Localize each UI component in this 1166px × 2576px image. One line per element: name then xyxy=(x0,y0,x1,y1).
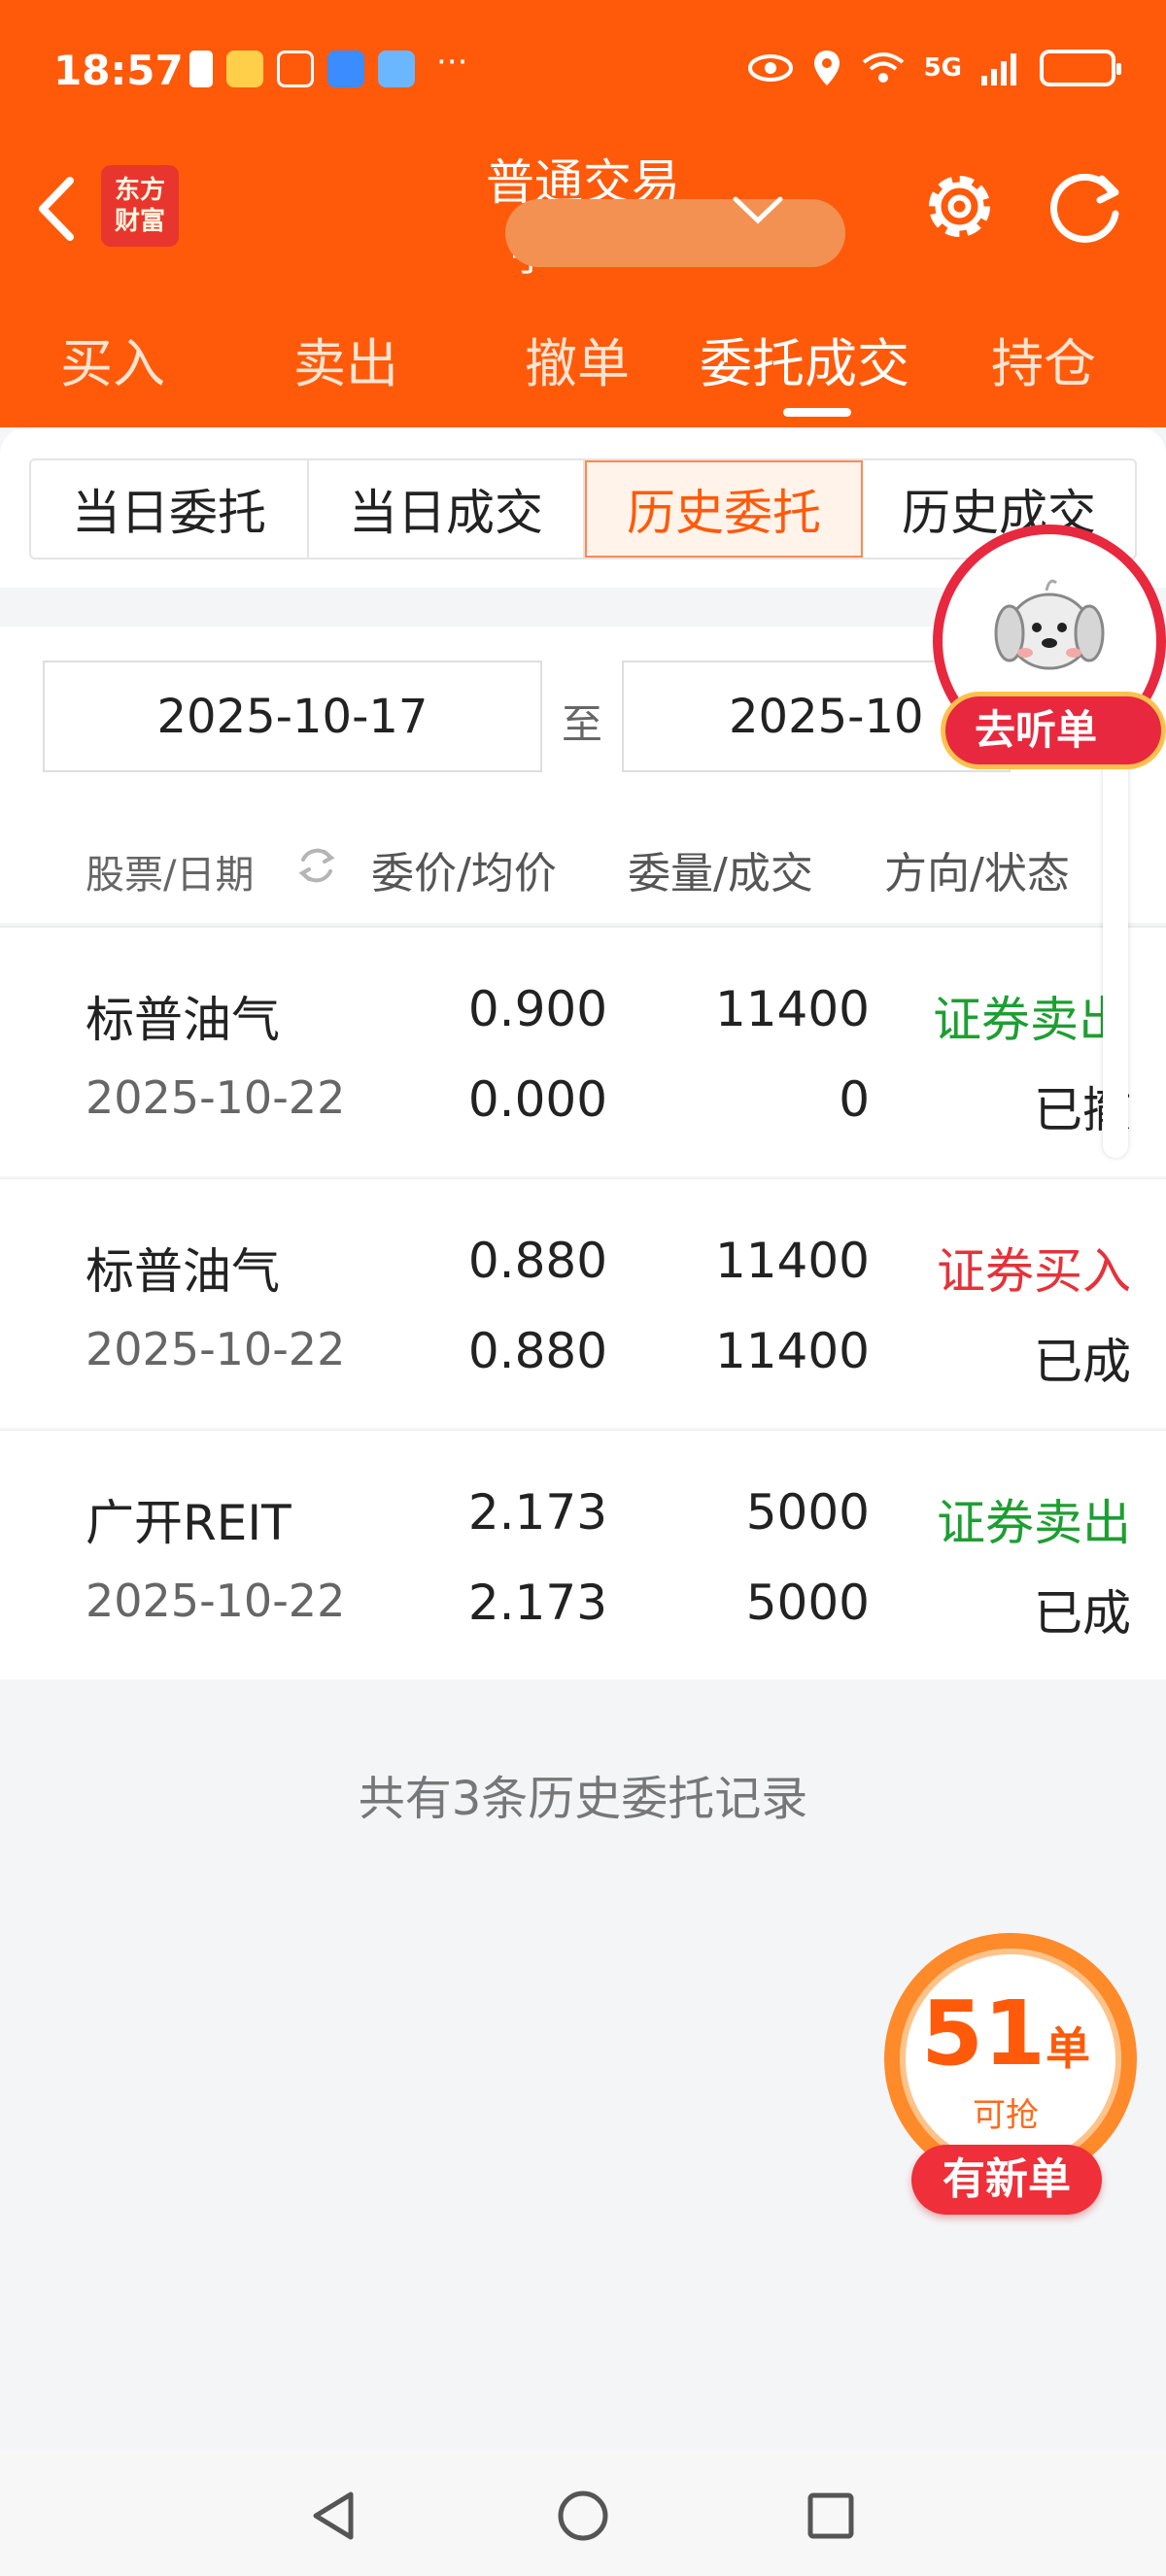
network-type: 5G xyxy=(923,53,962,83)
stock-name: 标普油气 xyxy=(86,1243,280,1300)
nav-back-icon[interactable] xyxy=(306,2487,364,2545)
filled-quantity: 5000 xyxy=(745,1575,870,1631)
battery-icon xyxy=(1040,50,1121,86)
column-stock-date: 股票/日期 xyxy=(86,853,255,898)
filled-quantity: 0 xyxy=(839,1071,870,1128)
refresh-icon[interactable] xyxy=(1042,165,1129,248)
average-price: 0.000 xyxy=(467,1071,607,1128)
new-orders-button[interactable]: 有新单 xyxy=(911,2145,1102,2215)
order-price: 2.173 xyxy=(467,1484,607,1541)
order-direction: 证券买入 xyxy=(937,1243,1131,1300)
order-direction: 证券卖出 xyxy=(937,1495,1131,1551)
listen-order-widget[interactable]: 去听单 xyxy=(933,525,1166,797)
nav-recents-icon[interactable] xyxy=(802,2487,860,2545)
date-separator: 至 xyxy=(562,700,603,748)
promo-count: 51单 xyxy=(874,1982,1137,2085)
order-row[interactable]: 标普油气 2025-10-22 0.880 0.880 11400 11400 … xyxy=(0,1179,1166,1428)
signal-icon xyxy=(981,53,1016,85)
tab-cancel-order[interactable]: 撤单 xyxy=(525,321,630,397)
record-count-summary: 共有3条历史委托记录 xyxy=(358,1772,808,1826)
order-date: 2025-10-22 xyxy=(86,1323,346,1375)
order-quantity: 5000 xyxy=(745,1484,870,1541)
average-price: 2.173 xyxy=(467,1575,607,1631)
wifi-icon xyxy=(862,52,904,83)
order-quantity: 11400 xyxy=(714,1233,870,1289)
battery-saver-icon xyxy=(189,51,213,87)
eye-icon xyxy=(747,54,793,82)
system-status-icons: 5G xyxy=(747,49,1121,87)
promo-subtext: 可抢 xyxy=(973,2096,1039,2135)
order-date: 2025-10-22 xyxy=(86,1575,346,1627)
order-price: 0.880 xyxy=(467,1233,607,1289)
main-tabs: 买入 卖出 撤单 委托成交 持仓 xyxy=(0,321,1166,408)
system-navigation-bar xyxy=(0,2450,1166,2576)
order-quantity: 11400 xyxy=(714,981,870,1037)
column-quantity: 委量/成交 xyxy=(628,849,813,898)
order-status: 已成 xyxy=(1034,1585,1131,1642)
more-notifications-icon: ··· xyxy=(436,43,468,82)
paper-plane-icon xyxy=(277,51,314,87)
promo-count-number: 51 xyxy=(920,1982,1046,2085)
new-orders-promo[interactable]: 51单 可抢 有新单 xyxy=(874,1933,1137,2224)
order-price: 0.900 xyxy=(467,981,607,1037)
gear-icon[interactable] xyxy=(918,165,1001,248)
order-status: 已成 xyxy=(1034,1334,1131,1390)
promo-count-unit: 单 xyxy=(1046,2022,1091,2075)
subtab-history-orders[interactable]: 历史委托 xyxy=(585,460,863,558)
order-row[interactable]: 标普油气 2025-10-22 0.900 0.000 11400 0 证券卖出… xyxy=(0,928,1166,1176)
stock-name: 标普油气 xyxy=(86,992,280,1048)
tab-orders-trades[interactable]: 委托成交 xyxy=(700,321,909,397)
tab-sell[interactable]: 卖出 xyxy=(293,321,398,397)
nav-home-icon[interactable] xyxy=(554,2487,612,2545)
message-icon xyxy=(327,51,364,87)
dog-mascot-icon xyxy=(994,579,1105,670)
column-price: 委价/均价 xyxy=(371,849,557,898)
app-notification-icon xyxy=(226,51,263,87)
order-row[interactable]: 广开REIT 2025-10-22 2.173 2.173 5000 5000 … xyxy=(0,1431,1166,1679)
sync-icon[interactable] xyxy=(292,840,342,891)
subtab-today-orders[interactable]: 当日委托 xyxy=(31,460,309,558)
tab-buy[interactable]: 买入 xyxy=(60,321,165,397)
start-date-field[interactable]: 2025-10-17 xyxy=(43,661,542,772)
subtab-today-trades[interactable]: 当日成交 xyxy=(309,460,585,558)
notification-icons: ··· xyxy=(189,43,467,87)
stock-name: 广开REIT xyxy=(86,1495,292,1551)
chevron-down-icon[interactable] xyxy=(724,189,792,238)
weather-icon xyxy=(378,51,415,87)
order-date: 2025-10-22 xyxy=(86,1071,346,1124)
listen-order-button[interactable]: 去听单 xyxy=(941,692,1166,769)
order-direction: 证券卖出 xyxy=(933,992,1127,1048)
account-selector-redacted[interactable] xyxy=(505,199,845,267)
tab-holdings[interactable]: 持仓 xyxy=(991,321,1096,397)
filled-quantity: 11400 xyxy=(714,1323,870,1379)
location-icon xyxy=(813,51,840,85)
status-time: 18:57 xyxy=(53,47,184,94)
average-price: 0.880 xyxy=(467,1323,607,1379)
column-direction-status: 方向/状态 xyxy=(884,849,1070,898)
active-tab-indicator xyxy=(783,408,851,417)
